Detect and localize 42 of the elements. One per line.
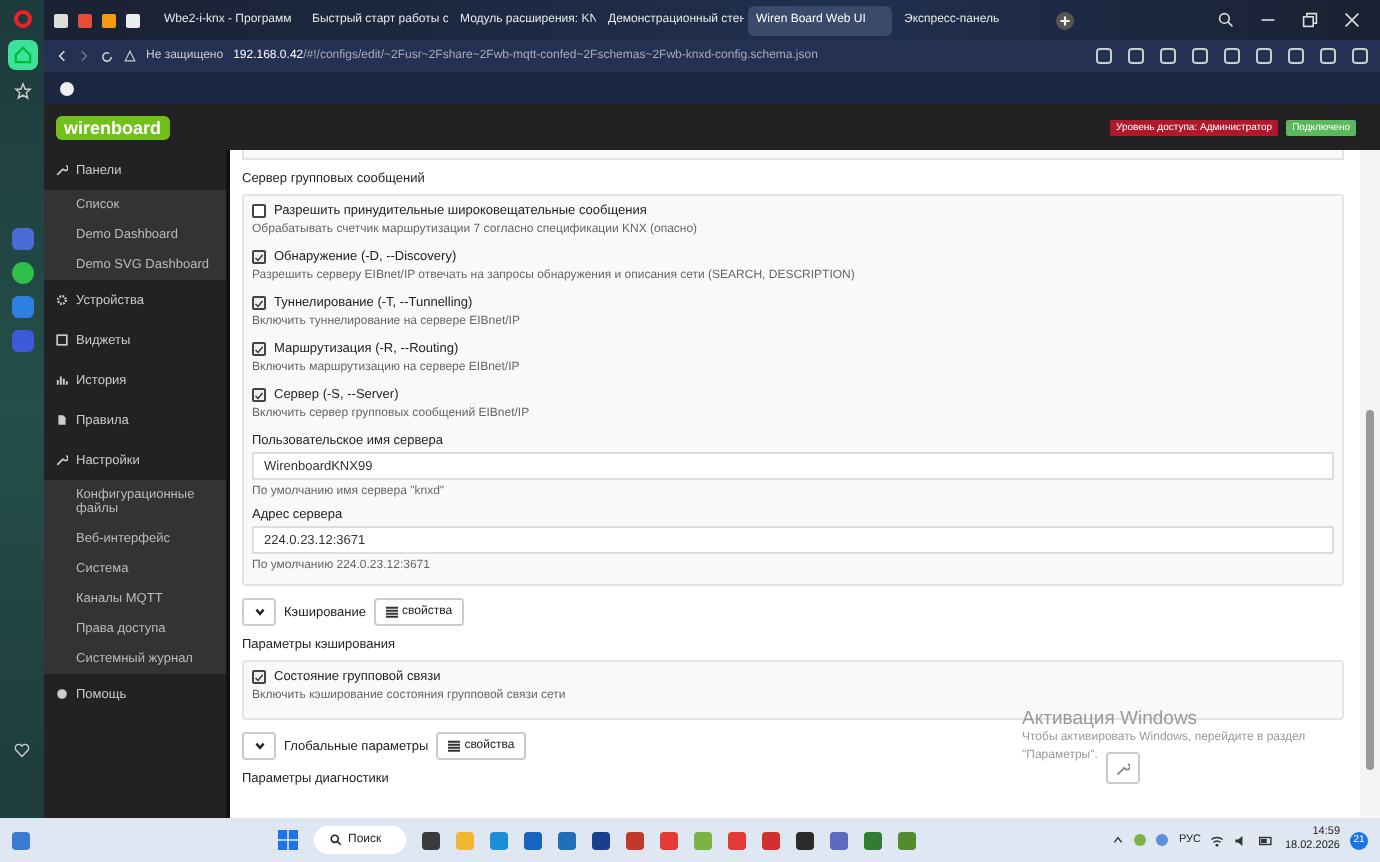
back-icon[interactable]	[56, 50, 68, 62]
warning-icon[interactable]	[124, 50, 136, 62]
checkbox[interactable]	[252, 388, 266, 402]
collapse-button[interactable]	[242, 598, 276, 626]
checkbox[interactable]	[252, 250, 266, 264]
chevron-down-icon	[253, 606, 265, 618]
forward-icon[interactable]	[78, 50, 90, 62]
file-icon	[56, 414, 68, 426]
search-icon[interactable]	[1218, 12, 1234, 28]
battery-icon[interactable]	[1258, 833, 1275, 847]
checkbox[interactable]	[252, 296, 266, 310]
gear-icon	[56, 294, 68, 306]
checkbox[interactable]	[252, 204, 266, 218]
scrollbar-thumb[interactable]	[1366, 410, 1374, 770]
chevron-down-icon	[253, 740, 265, 752]
checkbox[interactable]	[252, 342, 266, 356]
checkbox[interactable]	[252, 670, 266, 684]
opera-logo-icon[interactable]	[13, 10, 31, 28]
wrench-icon	[56, 454, 68, 466]
wrench-icon	[56, 164, 68, 176]
widgets-icon[interactable]	[12, 831, 30, 849]
home-icon[interactable]	[7, 40, 37, 70]
restore-icon[interactable]	[1302, 12, 1318, 28]
star-icon[interactable]	[13, 82, 31, 100]
extension-icon[interactable]	[60, 81, 74, 95]
list-icon	[386, 606, 399, 618]
activation-title: Активация Windows	[1022, 708, 1200, 730]
chevron-up-icon[interactable]	[1112, 834, 1125, 846]
close-icon[interactable]	[1344, 12, 1360, 28]
reload-icon[interactable]	[100, 49, 114, 63]
new-tab-icon[interactable]	[1056, 11, 1074, 29]
heart-icon[interactable]	[14, 742, 30, 758]
list-icon	[448, 740, 461, 752]
messenger-icon[interactable]	[11, 262, 33, 284]
search-icon	[330, 834, 342, 846]
app-icon[interactable]	[11, 296, 33, 318]
start-icon[interactable]	[278, 830, 298, 850]
widget-icon	[56, 334, 68, 346]
wifi-icon[interactable]	[1210, 833, 1225, 847]
wrench-icon	[1116, 761, 1130, 775]
chart-icon	[56, 374, 68, 386]
collapse-button[interactable]	[242, 732, 276, 760]
